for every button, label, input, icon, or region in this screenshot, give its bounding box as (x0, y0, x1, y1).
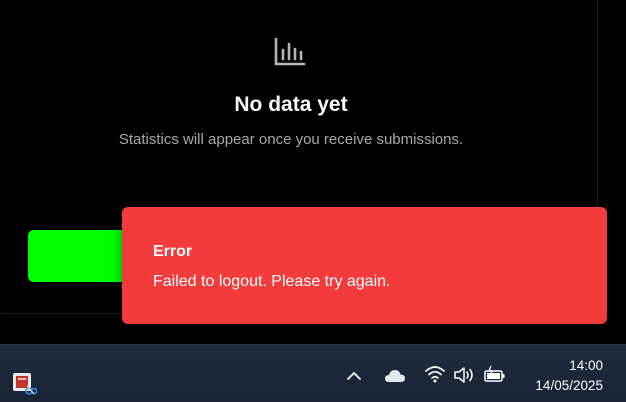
bar-chart-icon (274, 37, 306, 66)
snipping-tool-icon[interactable] (11, 371, 37, 397)
system-clock[interactable]: 14:00 14/05/2025 (535, 356, 603, 396)
clock-time: 14:00 (569, 358, 603, 373)
taskbar: 14:00 14/05/2025 (0, 344, 626, 402)
error-toast[interactable]: Error Failed to logout. Please try again… (122, 207, 607, 324)
toast-message: Failed to logout. Please try again. (153, 273, 391, 290)
empty-state-subtitle: Statistics will appear once you receive … (118, 131, 464, 148)
empty-state-title: No data yet (234, 93, 348, 116)
onedrive-cloud-icon[interactable] (384, 367, 406, 385)
toast-title: Error (153, 243, 193, 260)
clock-date: 14/05/2025 (535, 378, 603, 393)
volume-icon[interactable] (453, 365, 475, 385)
wifi-icon[interactable] (424, 364, 446, 384)
battery-icon[interactable] (484, 365, 506, 385)
chevron-up-icon[interactable] (345, 367, 363, 385)
